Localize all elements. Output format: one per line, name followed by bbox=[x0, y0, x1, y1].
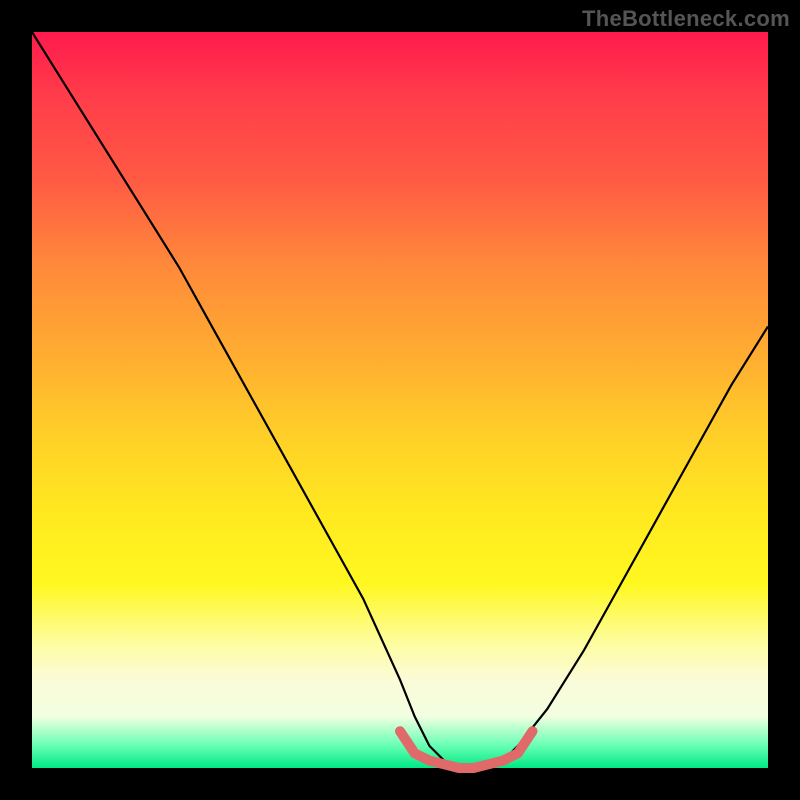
bottleneck-curve-path bbox=[32, 32, 768, 768]
chart-svg bbox=[32, 32, 768, 768]
curve-layer bbox=[32, 32, 768, 768]
watermark-text: TheBottleneck.com bbox=[582, 6, 790, 32]
chart-frame: TheBottleneck.com bbox=[0, 0, 800, 800]
